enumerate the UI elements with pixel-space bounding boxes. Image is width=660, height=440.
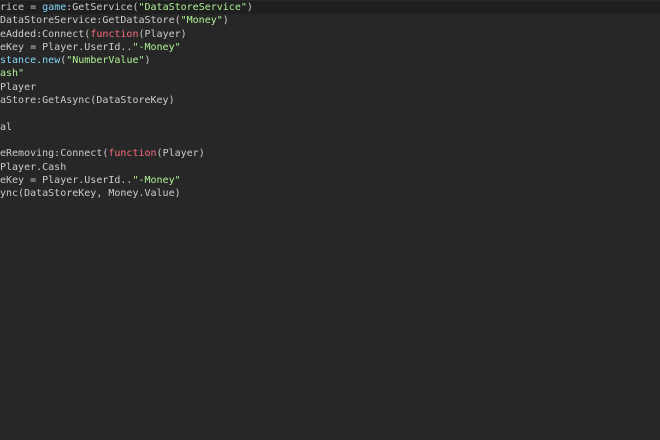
code-line[interactable]: eAdded:Connect(function(Player) <box>0 28 253 41</box>
code-line[interactable]: rice = game:GetService("DataStoreService… <box>0 1 253 14</box>
code-token-default: rice = <box>0 2 43 13</box>
code-token-default: (Player) <box>156 148 205 160</box>
code-line[interactable]: ync(DataStoreKey, Money.Value) <box>0 187 253 200</box>
code-token-default: Player.Cash <box>0 161 67 173</box>
code-line[interactable]: DataStoreService:GetDataStore("Money") <box>0 14 253 27</box>
code-editor[interactable]: rice = game:GetService("DataStoreService… <box>0 0 660 440</box>
code-token-keyword: function <box>108 148 157 160</box>
code-token-default: eAdded:Connect( <box>0 28 91 40</box>
code-token-builtin: game <box>42 2 67 13</box>
code-line[interactable]: Player <box>0 81 253 94</box>
code-line[interactable]: aStore:GetAsync(DataStoreKey) <box>0 94 253 107</box>
code-token-default: (Player) <box>138 28 187 40</box>
code-token-default: ync(DataStoreKey, Money.Value) <box>0 188 181 200</box>
code-line[interactable]: Player.Cash <box>0 161 253 174</box>
code-line[interactable]: eKey = Player.UserId.."-Money" <box>0 41 253 54</box>
code-line[interactable]: eRemoving:Connect(function(Player) <box>0 147 253 160</box>
code-token-default: ) <box>144 55 151 67</box>
code-token-default: ) <box>222 15 229 27</box>
code-token-default: eRemoving:Connect( <box>0 148 109 160</box>
code-token-default: :GetService( <box>66 2 139 13</box>
code-token-string: "-Money" <box>132 41 181 53</box>
code-token-string: "DataStoreService" <box>138 2 247 13</box>
code-line[interactable]: stance.new("NumberValue") <box>0 54 253 67</box>
code-token-default: ) <box>246 2 253 13</box>
code-token-default: DataStoreService:GetDataStore( <box>0 15 181 27</box>
code-line[interactable]: al <box>0 121 253 134</box>
code-token-default: aStore:GetAsync(DataStoreKey) <box>0 95 175 107</box>
code-token-keyword: function <box>90 28 139 40</box>
code-token-builtin: new <box>42 55 61 67</box>
code-token-string: "-Money" <box>132 174 181 186</box>
code-token-default: eKey = Player.UserId.. <box>0 41 133 53</box>
code-text-area[interactable]: rice = game:GetService("DataStoreService… <box>0 1 253 200</box>
code-token-default: eKey = Player.UserId.. <box>0 174 133 186</box>
code-line[interactable] <box>0 134 253 147</box>
code-token-string: "Money" <box>180 15 223 27</box>
code-token-default: Player <box>0 81 37 93</box>
code-line[interactable]: ash" <box>0 67 253 80</box>
code-token-builtin: stance. <box>0 55 43 67</box>
code-token-default: al <box>0 121 13 133</box>
code-token-string: "NumberValue" <box>66 55 145 67</box>
code-token-string: ash" <box>0 68 25 80</box>
code-line[interactable] <box>0 107 253 120</box>
code-line[interactable]: eKey = Player.UserId.."-Money" <box>0 174 253 187</box>
